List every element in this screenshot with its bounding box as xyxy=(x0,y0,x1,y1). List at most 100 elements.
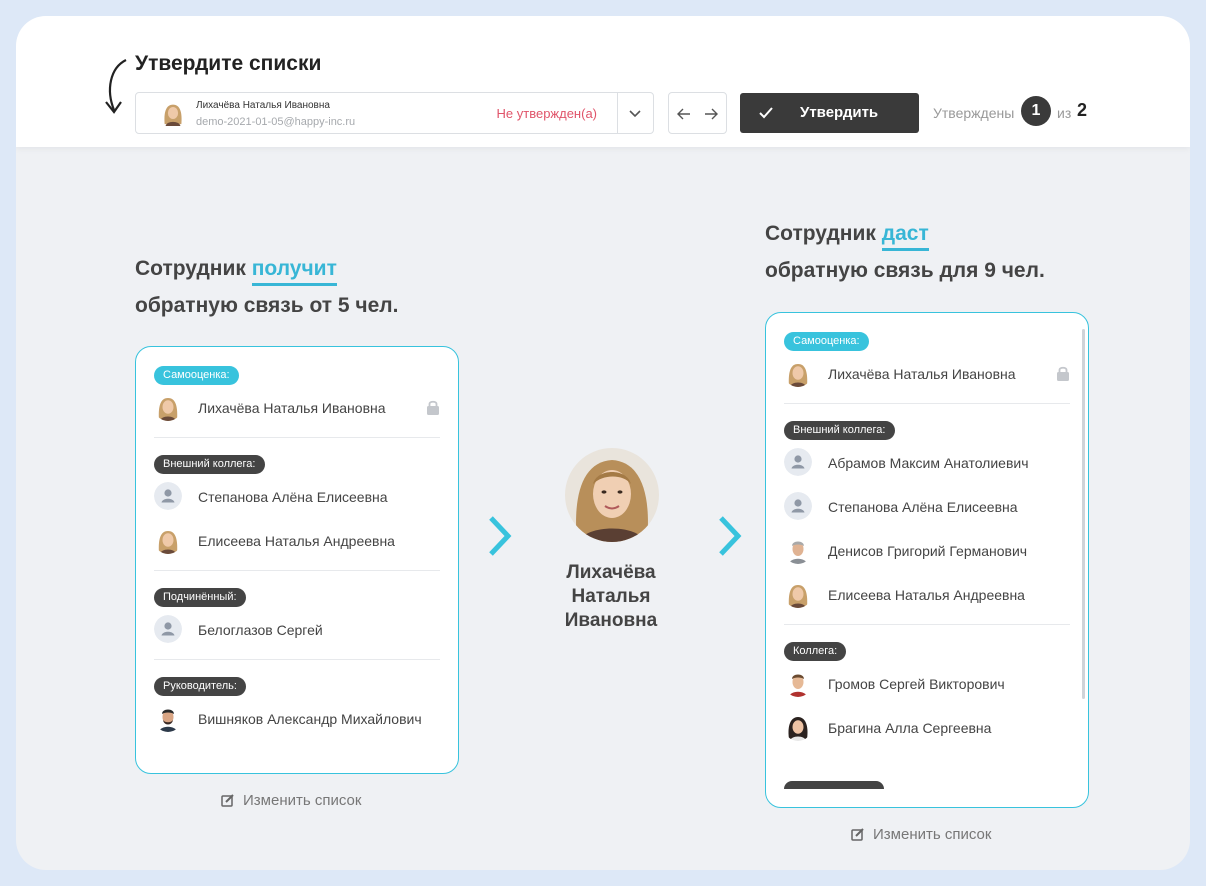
person-group: Руководитель: Вишняков Александр Михайлов… xyxy=(154,659,440,740)
list-item: Вишняков Александр Михайлович xyxy=(154,696,440,740)
person-group: Подчинённый: Белоглазов Сергей xyxy=(154,570,440,651)
group-tag-partial xyxy=(784,781,884,789)
avatar xyxy=(784,669,812,697)
list-item: Елисеева Наталья Андреевна xyxy=(784,572,1070,616)
edit-icon xyxy=(221,794,234,807)
of-label: из xyxy=(1057,105,1072,121)
receives-prefix: Сотрудник xyxy=(135,257,246,280)
group-tag: Самооценка: xyxy=(784,332,869,351)
gives-headline: Сотрудник даст обратную связь для 9 чел. xyxy=(765,215,1045,289)
avatar xyxy=(154,393,182,421)
edit-receives-list-link[interactable]: Изменить список xyxy=(221,792,361,809)
lock-icon xyxy=(1056,365,1070,386)
avatar xyxy=(154,615,182,643)
avatar xyxy=(784,713,812,741)
edit-gives-list-link[interactable]: Изменить список xyxy=(851,826,991,843)
person-name: Абрамов Максим Анатолиевич xyxy=(828,455,1029,471)
person-name: Белоглазов Сергей xyxy=(198,622,323,638)
list-item: Степанова Алёна Елисеевна xyxy=(784,484,1070,528)
avatar xyxy=(154,704,182,732)
list-item: Денисов Григорий Германович xyxy=(784,528,1070,572)
gives-list: Самооценка: Лихачёва Наталья Ивановна Внеш… xyxy=(784,331,1070,749)
chevron-right-icon xyxy=(489,516,512,556)
group-tag: Руководитель: xyxy=(154,677,246,696)
check-icon xyxy=(759,107,773,119)
page-title: Утвердите списки xyxy=(135,52,322,75)
lock-icon xyxy=(426,399,440,420)
person-group: Коллега: Громов Сергей Викторович Брагина … xyxy=(784,624,1070,749)
avatar xyxy=(784,580,812,608)
list-item: Абрамов Максим Анатолиевич xyxy=(784,440,1070,484)
receives-list-card: Самооценка: Лихачёва Наталья Ивановна Внеш… xyxy=(135,346,459,774)
chevron-right-icon xyxy=(719,516,742,556)
group-tag: Подчинённый: xyxy=(154,588,246,607)
receives-headline: Сотрудник получит обратную связь от 5 че… xyxy=(135,250,398,324)
selected-employee-name: Лихачёва Наталья Ивановна xyxy=(196,100,330,111)
receives-suffix: обратную связь от 5 чел. xyxy=(135,294,399,317)
chevron-down-icon[interactable] xyxy=(627,105,643,121)
person-name: Громов Сергей Викторович xyxy=(828,676,1005,692)
group-tag: Внешний коллега: xyxy=(784,421,895,440)
divider xyxy=(617,93,618,133)
person-name: Елисеева Наталья Андреевна xyxy=(828,587,1025,603)
list-item: Громов Сергей Викторович xyxy=(784,661,1070,705)
person-name: Лихачёва Наталья Ивановна xyxy=(198,400,386,416)
curved-arrow-icon xyxy=(105,59,127,114)
person-name: Степанова Алёна Елисеевна xyxy=(828,499,1018,515)
list-item: Елисеева Наталья Андреевна xyxy=(154,518,440,562)
group-tag: Самооценка: xyxy=(154,366,239,385)
person-group: Внешний коллега: Степанова Алёна Елисеевн… xyxy=(154,437,440,562)
list-item: Степанова Алёна Елисеевна xyxy=(154,474,440,518)
top-bar: Утвердите списки Лихачёва Наталья Иванов… xyxy=(16,16,1190,147)
person-group: Самооценка: Лихачёва Наталья Ивановна xyxy=(154,365,440,429)
list-item: Лихачёва Наталья Ивановна xyxy=(784,351,1070,395)
gives-list-card: Самооценка: Лихачёва Наталья Ивановна Внеш… xyxy=(765,312,1089,808)
avatar xyxy=(160,100,186,126)
avatar xyxy=(784,492,812,520)
approve-button-label: Утвердить xyxy=(800,104,879,121)
employee-name-line: Наталья xyxy=(571,586,651,607)
approved-label: Утверждены xyxy=(933,105,1015,121)
selected-employee-email: demo-2021-01-05@happy-inc.ru xyxy=(196,116,356,128)
arrow-left-icon[interactable] xyxy=(675,105,693,123)
avatar xyxy=(784,448,812,476)
list-item: Брагина Алла Сергеевна xyxy=(784,705,1070,749)
avatar xyxy=(784,359,812,387)
person-name: Вишняков Александр Михайлович xyxy=(198,711,422,727)
total-count: 2 xyxy=(1077,100,1088,120)
person-name: Елисеева Наталья Андреевна xyxy=(198,533,395,549)
person-group: Самооценка: Лихачёва Наталья Ивановна xyxy=(784,331,1070,395)
group-tag: Коллега: xyxy=(784,642,847,661)
gives-highlight: даст xyxy=(881,220,929,251)
list-item: Лихачёва Наталья Ивановна xyxy=(154,385,440,429)
person-name: Лихачёва Наталья Ивановна xyxy=(828,366,1016,382)
person-name: Степанова Алёна Елисеевна xyxy=(198,489,388,505)
avatar xyxy=(784,536,812,564)
approved-count-badge: 1 xyxy=(1021,96,1051,126)
list-item: Белоглазов Сергей xyxy=(154,607,440,651)
employee-selector[interactable]: Лихачёва Наталья Ивановна demo-2021-01-0… xyxy=(135,92,654,134)
edit-icon xyxy=(851,828,864,841)
person-name: Брагина Алла Сергеевна xyxy=(828,720,992,736)
gives-prefix: Сотрудник xyxy=(765,222,876,245)
employee-photo xyxy=(565,448,659,542)
employee-name: Лихачёва Наталья Ивановна xyxy=(536,561,686,633)
group-tag: Внешний коллега: xyxy=(154,455,265,474)
edit-link-label: Изменить список xyxy=(873,826,992,843)
employee-name-line: Ивановна xyxy=(564,610,658,631)
edit-link-label: Изменить список xyxy=(243,792,362,809)
person-group: Внешний коллега: Абрамов Максим Анатолиев… xyxy=(784,403,1070,616)
status-badge: Не утвержден(а) xyxy=(496,106,597,121)
person-name: Денисов Григорий Германович xyxy=(828,543,1028,559)
arrow-right-icon[interactable] xyxy=(702,105,720,123)
receives-list: Самооценка: Лихачёва Наталья Ивановна Внеш… xyxy=(154,365,440,740)
employee-name-line: Лихачёва xyxy=(566,562,656,583)
avatar xyxy=(154,482,182,510)
avatar xyxy=(154,526,182,554)
app-frame: Утвердите списки Лихачёва Наталья Иванов… xyxy=(16,16,1190,870)
gives-suffix: обратную связь для 9 чел. xyxy=(765,259,1045,282)
employee-navigation xyxy=(668,92,727,134)
approve-button[interactable]: Утвердить xyxy=(740,93,919,133)
receives-highlight: получит xyxy=(251,255,337,286)
scrollbar[interactable] xyxy=(1082,329,1085,699)
